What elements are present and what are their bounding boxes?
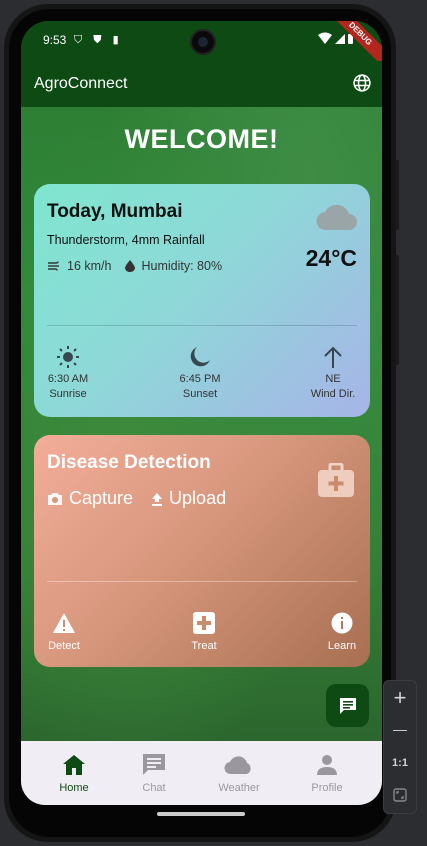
status-time: 9:53 [43, 33, 67, 47]
arrow-up-icon [324, 346, 342, 368]
app-bar: AgroConnect [21, 61, 382, 107]
emulator-toolbar: + — 1:1 [383, 680, 417, 814]
sunrise-time: 6:30 AM [47, 373, 89, 385]
front-camera [190, 29, 216, 55]
wind-speed: 16 km/h [67, 259, 112, 273]
disease-divider [47, 581, 357, 582]
disease-title: Disease Detection [47, 452, 211, 473]
home-icon [63, 755, 85, 775]
nav-chat[interactable]: Chat [114, 752, 194, 794]
cloud-icon [224, 756, 251, 775]
camera-icon [48, 492, 62, 505]
upload-icon [152, 492, 163, 506]
nav-weather-label: Weather [218, 782, 260, 794]
sunset-info: 6:45 PM Sunset [160, 344, 240, 400]
sunrise-label: Sunrise [49, 388, 87, 400]
nav-chat-label: Chat [142, 782, 166, 794]
message-icon [339, 697, 356, 714]
person-icon [317, 755, 337, 775]
nav-home[interactable]: Home [34, 752, 114, 794]
wind-direction-info: NE Wind Dir. [293, 344, 370, 400]
detect-label: Detect [48, 640, 80, 652]
capture-label: Capture [69, 488, 134, 508]
info-icon [331, 612, 353, 634]
status-notification-icons: ⛉ ⛊ ▮ [74, 34, 123, 46]
disease-actions: Capture Upload [47, 488, 226, 509]
temperature: 24°C [305, 245, 357, 271]
globe-icon[interactable] [352, 73, 372, 93]
zoom-out-button[interactable]: — [384, 721, 416, 737]
disease-detection-card[interactable]: Disease Detection Capture Upload Detect … [34, 435, 370, 667]
actual-size-button[interactable]: 1:1 [384, 757, 416, 769]
wind-icon [48, 261, 59, 271]
nav-profile-label: Profile [311, 782, 343, 794]
weather-meta: 16 km/h Humidity: 80% [47, 259, 222, 273]
detect-action[interactable]: Detect [34, 610, 99, 652]
learn-label: Learn [327, 640, 357, 652]
sunset-label: Sunset [182, 388, 218, 400]
treat-label: Treat [191, 640, 217, 652]
chat-icon [143, 754, 165, 775]
nav-weather[interactable]: Weather [199, 752, 279, 794]
power-button [395, 160, 399, 230]
sunset-time: 6:45 PM [179, 373, 221, 385]
capture-button[interactable]: Capture [47, 488, 133, 509]
fit-screen-icon [393, 788, 407, 802]
weather-divider [47, 325, 357, 326]
weather-title: Today, Mumbai [47, 201, 183, 222]
wind-dir-value: NE [325, 373, 341, 385]
upload-label: Upload [169, 488, 227, 508]
moon-icon [190, 347, 210, 367]
nav-home-label: Home [59, 782, 89, 794]
cloud-icon [316, 204, 357, 231]
status-signal-icons [318, 32, 354, 49]
wifi-battery-icon [318, 32, 353, 44]
wind-dir-label: Wind Dir. [310, 388, 356, 400]
bottom-navigation: Home Chat Weather Profile [21, 741, 382, 805]
chat-fab[interactable] [326, 684, 369, 727]
app-screen: 9:53 ⛉ ⛊ ▮ DEBUG AgroConnect WELCOME! To… [21, 21, 382, 805]
learn-action[interactable]: Learn [307, 610, 370, 652]
humidity-value: Humidity: 80% [141, 259, 223, 273]
volume-button [395, 255, 399, 365]
humidity-icon [125, 260, 136, 272]
weather-condition: Thunderstorm, 4mm Rainfall [47, 233, 205, 247]
upload-button[interactable]: Upload [151, 488, 226, 509]
app-title: AgroConnect [34, 75, 128, 92]
treat-action[interactable]: Treat [169, 610, 239, 652]
welcome-heading: WELCOME! [124, 124, 279, 154]
weather-card[interactable]: Today, Mumbai Thunderstorm, 4mm Rainfall… [34, 184, 370, 417]
sun-icon [57, 346, 79, 368]
sunrise-info: 6:30 AM Sunrise [34, 344, 108, 400]
medical-kit-icon [318, 463, 354, 497]
fit-screen-button[interactable] [384, 788, 416, 807]
nav-profile[interactable]: Profile [287, 752, 367, 794]
zoom-in-button[interactable]: + [384, 685, 416, 711]
warning-icon [53, 613, 75, 633]
medical-plus-icon [193, 612, 215, 634]
gesture-bar[interactable] [157, 812, 245, 816]
